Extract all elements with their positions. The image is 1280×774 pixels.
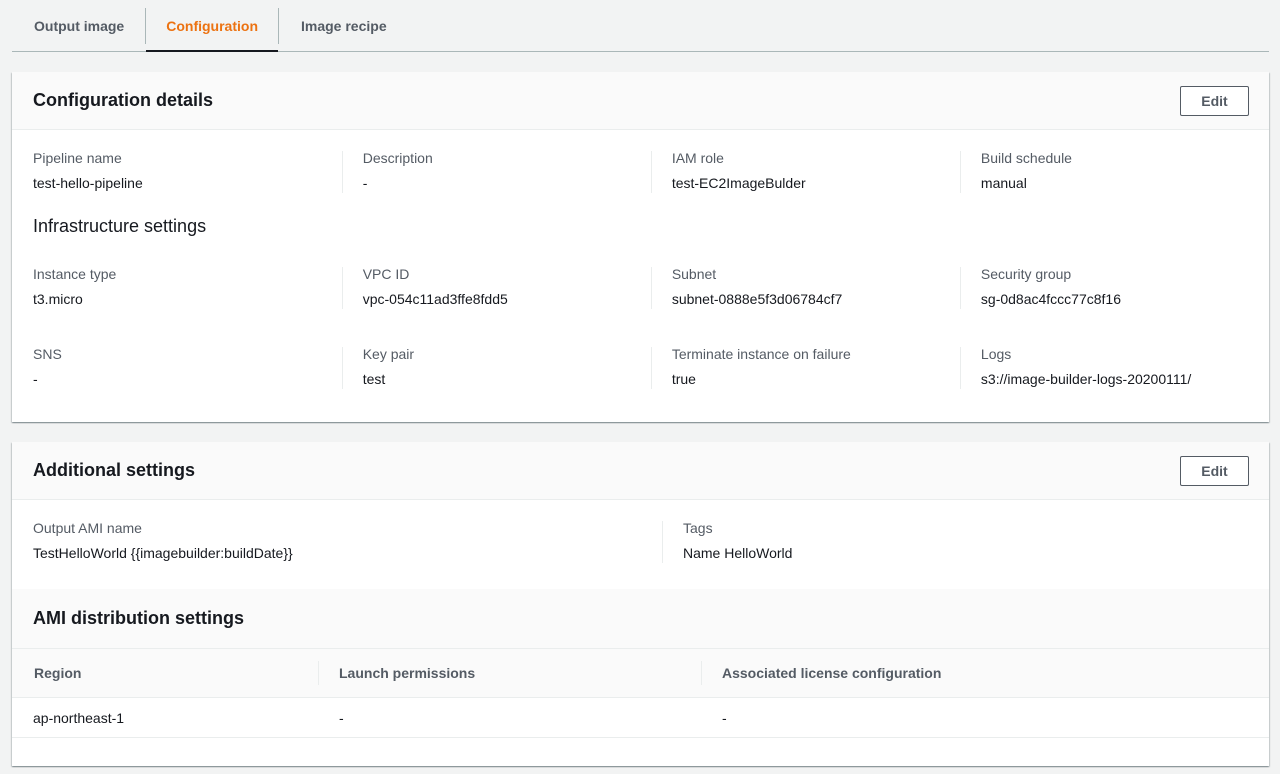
description-field: Description - [341,148,651,193]
tab-label: Image recipe [301,18,387,34]
field-value: - [362,175,368,191]
panel-header: Configuration details Edit [12,72,1269,130]
edit-configuration-button[interactable]: Edit [1180,85,1249,116]
tab-configuration[interactable]: Configuration [146,8,279,52]
field-label: Pipeline name [33,150,122,166]
field-label: Security group [980,266,1072,282]
field-label: SNS [33,346,62,362]
column-header-region[interactable]: Region [12,649,318,697]
panel-header: Additional settings Edit [12,442,1269,500]
sns-field: SNS - [33,344,342,389]
subnet-field: Subnet subnet-0888e5f3d06784cf7 [650,264,960,309]
tab-bar: Output image Configuration Image recipe [12,0,1269,52]
general-settings-row: Pipeline name test-hello-pipeline Descri… [12,148,1269,193]
ami-distribution-heading: AMI distribution settings [33,608,244,628]
field-value: Name HelloWorld [683,545,793,561]
field-label: Output AMI name [33,520,142,536]
output-ami-name-field: Output AMI name TestHelloWorld {{imagebu… [33,518,662,563]
column-header-license-configuration[interactable]: Associated license configuration [701,649,1269,697]
region-cell: ap-northeast-1 [33,709,125,726]
field-label: Subnet [671,266,717,282]
panel-title: Configuration details [33,90,213,110]
distribution-table-header: Region Launch permissions Associated lic… [12,648,1269,698]
configuration-details-panel: Configuration details Edit Pipeline name… [12,72,1269,422]
terminate-on-failure-field: Terminate instance on failure true [650,344,960,389]
field-value: subnet-0888e5f3d06784cf7 [671,291,843,307]
ami-distribution-section: AMI distribution settings Region Launch … [12,589,1269,698]
field-label: VPC ID [362,266,410,282]
column-header-launch-permissions[interactable]: Launch permissions [318,649,701,697]
iam-role-field: IAM role test-EC2ImageBulder [650,148,960,193]
field-label: Description [362,150,433,166]
build-schedule-field: Build schedule manual [959,148,1269,193]
edit-additional-settings-button[interactable]: Edit [1180,455,1249,486]
field-value: test [362,371,386,387]
field-value: manual [980,175,1027,191]
field-label: Logs [980,346,1012,362]
infrastructure-settings-heading: Infrastructure settings [33,216,207,236]
field-value: sg-0d8ac4fccc77c8f16 [980,291,1121,307]
field-value: TestHelloWorld {{imagebuilder:buildDate}… [33,545,293,561]
tags-field: Tags Name HelloWorld [662,518,1262,563]
ami-distribution-heading-bar: AMI distribution settings [12,589,1269,648]
vpc-id-field: VPC ID vpc-054c11ad3ffe8fdd5 [341,264,651,309]
field-value: t3.micro [33,291,83,307]
tab-image-recipe[interactable]: Image recipe [279,8,408,44]
field-value: true [671,371,696,387]
tab-output-image[interactable]: Output image [12,8,147,44]
additional-settings-panel: Additional settings Edit Output AMI name… [12,442,1269,766]
logs-field: Logs s3://image-builder-logs-20200111/ [959,344,1269,389]
field-value: - [33,371,38,387]
field-label: Build schedule [980,150,1072,166]
pipeline-name-field: Pipeline name test-hello-pipeline [33,148,342,193]
additional-settings-row: Output AMI name TestHelloWorld {{imagebu… [12,518,1269,563]
field-value: test-EC2ImageBulder [671,175,806,191]
infrastructure-row-2: SNS - Key pair test Terminate instance o… [12,344,1269,389]
field-label: IAM role [671,150,724,166]
launch-permissions-cell: - [339,709,344,726]
tab-label: Output image [34,18,125,34]
field-label: Terminate instance on failure [671,346,851,362]
key-pair-field: Key pair test [341,344,651,389]
license-configuration-cell: - [722,709,727,726]
field-value: s3://image-builder-logs-20200111/ [980,371,1192,387]
table-row: ap-northeast-1 - - [12,698,1269,738]
security-group-field: Security group sg-0d8ac4fccc77c8f16 [959,264,1269,309]
panel-title: Additional settings [33,460,195,480]
infrastructure-row-1: Instance type t3.micro VPC ID vpc-054c11… [12,264,1269,309]
field-label: Tags [683,520,713,536]
field-label: Instance type [33,266,117,282]
instance-type-field: Instance type t3.micro [33,264,342,309]
field-value: test-hello-pipeline [33,175,143,191]
field-value: vpc-054c11ad3ffe8fdd5 [362,291,508,307]
field-label: Key pair [362,346,415,362]
tab-label: Configuration [166,18,258,34]
